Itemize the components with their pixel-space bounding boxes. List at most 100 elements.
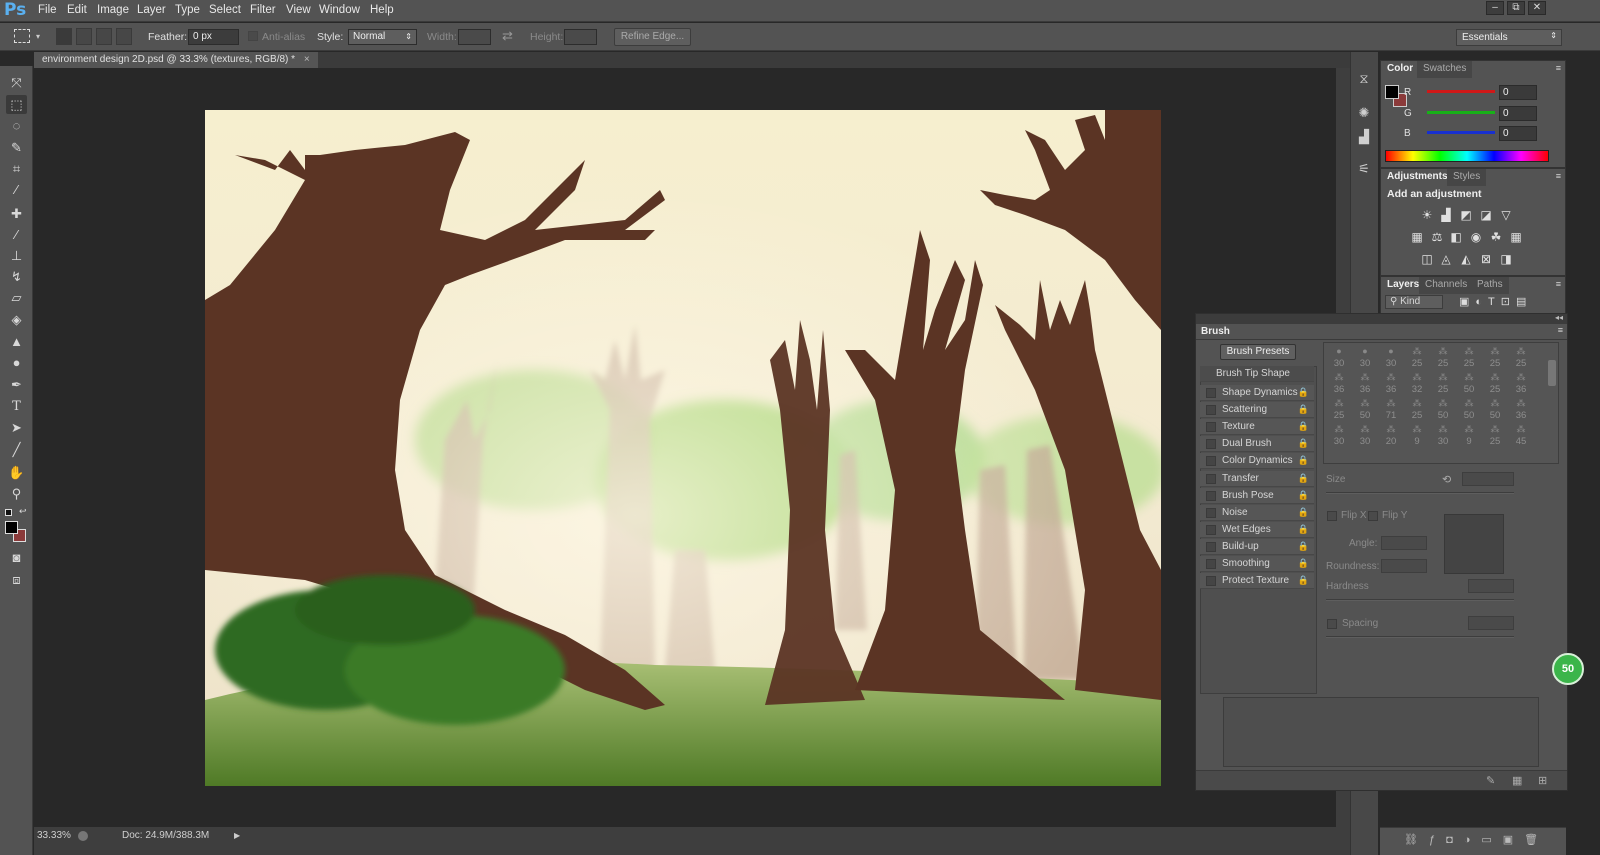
channel-mixer-icon[interactable]: ☘: [1489, 231, 1503, 243]
collapse-icon[interactable]: ◂◂: [1555, 313, 1563, 322]
color-spectrum-ramp[interactable]: [1385, 150, 1549, 162]
brush-tip-thumbnail[interactable]: ⁂: [1508, 345, 1534, 358]
menu-edit[interactable]: Edit: [67, 4, 87, 16]
height-input[interactable]: [564, 29, 597, 45]
paint-bucket-tool-icon[interactable]: ◈: [6, 310, 27, 329]
gradient-map-icon[interactable]: ◨: [1499, 253, 1513, 265]
brush-tip-thumbnail[interactable]: ⁂: [1404, 345, 1430, 358]
brush-option-item[interactable]: Scattering 🔒: [1200, 402, 1314, 419]
histogram-panel-icon[interactable]: ▟: [1355, 128, 1373, 146]
hand-tool-icon[interactable]: ✋: [6, 463, 27, 482]
quick-mask-icon[interactable]: ◙: [6, 548, 27, 567]
brush-tip-thumbnail[interactable]: ⁂: [1378, 371, 1404, 384]
brush-tip-thumbnail[interactable]: ⁂: [1404, 423, 1430, 436]
option-checkbox[interactable]: [1206, 456, 1216, 467]
brush-tip-thumbnail[interactable]: ⁂: [1508, 371, 1534, 384]
tab-adjustments[interactable]: Adjustments: [1381, 169, 1454, 186]
hue-saturation-icon[interactable]: ▦: [1410, 231, 1424, 243]
add-selection-icon[interactable]: [76, 28, 92, 45]
swap-colors-icon[interactable]: ↩: [19, 506, 27, 517]
flip-x-checkbox[interactable]: [1327, 511, 1337, 521]
roundness-input[interactable]: [1381, 559, 1427, 573]
brush-tip-thumbnail[interactable]: ⁂: [1430, 423, 1456, 436]
lock-icon[interactable]: 🔒: [1298, 524, 1309, 535]
brush-option-item[interactable]: Build-up 🔒: [1200, 538, 1314, 555]
option-checkbox[interactable]: [1206, 576, 1216, 587]
brush-tip-thumbnail[interactable]: ⁂: [1378, 423, 1404, 436]
tab-styles[interactable]: Styles: [1447, 169, 1487, 186]
brush-presets-button[interactable]: Brush Presets: [1220, 344, 1296, 360]
new-brush-icon[interactable]: ⊞: [1538, 774, 1547, 787]
type-tool-icon[interactable]: T: [6, 397, 27, 416]
panel-menu-icon[interactable]: ≡: [1558, 325, 1563, 335]
color-balance-icon[interactable]: ⚖: [1430, 231, 1444, 243]
brush-tip-thumbnail[interactable]: ⁂: [1326, 397, 1352, 410]
brush-tip-thumbnail[interactable]: ⁂: [1378, 397, 1404, 410]
r-slider[interactable]: [1427, 90, 1495, 93]
brush-tip-thumbnail[interactable]: ⁂: [1456, 423, 1482, 436]
lasso-tool-icon[interactable]: ◌: [6, 116, 27, 135]
vibrance-icon[interactable]: ▽: [1499, 209, 1513, 221]
style-select[interactable]: Normal ⇕: [348, 29, 417, 45]
lock-icon[interactable]: 🔒: [1298, 387, 1309, 398]
brush-option-item[interactable]: Dual Brush 🔒: [1200, 436, 1314, 453]
brush-tip-thumbnail[interactable]: ●: [1326, 345, 1352, 358]
status-info-icon[interactable]: [78, 831, 88, 841]
brush-option-item[interactable]: Color Dynamics 🔒: [1200, 453, 1314, 470]
menu-layer[interactable]: Layer: [137, 4, 166, 16]
selective-color-icon[interactable]: ⊠: [1479, 253, 1493, 265]
menu-file[interactable]: File: [38, 4, 57, 16]
panel-menu-icon[interactable]: ≡: [1556, 63, 1561, 73]
panel-menu-icon[interactable]: ≡: [1556, 279, 1561, 289]
tab-color[interactable]: Color: [1381, 61, 1420, 78]
foreground-color-swatch[interactable]: [1385, 85, 1399, 99]
option-checkbox[interactable]: [1206, 559, 1216, 569]
move-tool-icon[interactable]: ⤧: [6, 73, 27, 92]
layer-filter-select[interactable]: ⚲ Kind: [1385, 295, 1443, 309]
properties-panel-icon[interactable]: ✺: [1355, 104, 1373, 122]
tab-paths[interactable]: Paths: [1471, 277, 1509, 294]
brush-option-item[interactable]: Protect Texture 🔒: [1200, 573, 1314, 590]
brush-tip-thumbnail[interactable]: ⁂: [1404, 397, 1430, 410]
quick-select-tool-icon[interactable]: ✎: [6, 138, 27, 157]
threshold-icon[interactable]: ◭: [1459, 253, 1473, 265]
tab-channels[interactable]: Channels: [1419, 277, 1474, 294]
zoom-tool-icon[interactable]: ⚲: [6, 484, 27, 503]
antialias-checkbox[interactable]: [248, 31, 258, 41]
r-value[interactable]: 0: [1499, 85, 1537, 100]
size-input[interactable]: [1462, 472, 1514, 486]
color-lookup-icon[interactable]: ▦: [1509, 231, 1523, 243]
path-select-tool-icon[interactable]: ➤: [6, 418, 27, 437]
crop-tool-icon[interactable]: ⌗: [6, 159, 27, 178]
brush-tip-thumbnail[interactable]: ●: [1378, 345, 1404, 358]
b-slider[interactable]: [1427, 131, 1495, 134]
dodge-tool-icon[interactable]: ●: [6, 353, 27, 372]
brush-tip-thumbnail[interactable]: ⁂: [1482, 371, 1508, 384]
menu-window[interactable]: Window: [319, 4, 360, 16]
blur-tool-icon[interactable]: ▲: [6, 332, 27, 351]
brush-tip-thumbnail[interactable]: ⁂: [1430, 371, 1456, 384]
lock-icon[interactable]: 🔒: [1298, 490, 1309, 501]
lock-icon[interactable]: 🔒: [1298, 438, 1309, 449]
menu-filter[interactable]: Filter: [250, 4, 276, 16]
brush-tip-thumbnail[interactable]: ⁂: [1430, 345, 1456, 358]
default-colors-icon[interactable]: [5, 509, 12, 516]
option-checkbox[interactable]: [1206, 490, 1216, 501]
brush-tip-thumbnail[interactable]: ⁂: [1430, 397, 1456, 410]
option-checkbox[interactable]: [1206, 473, 1216, 484]
restore-button[interactable]: ⧉: [1507, 1, 1525, 15]
toggle-live-tip-icon[interactable]: ✎: [1486, 774, 1495, 787]
brush-tip-thumbnail[interactable]: ⁂: [1482, 345, 1508, 358]
clone-stamp-tool-icon[interactable]: ⊥: [6, 246, 27, 265]
foreground-color-swatch[interactable]: [5, 521, 18, 534]
brush-tip-thumbnail[interactable]: ⁂: [1352, 423, 1378, 436]
canvas-artwork[interactable]: [205, 110, 1161, 786]
brush-tip-thumbnail[interactable]: ⁂: [1456, 371, 1482, 384]
exposure-icon[interactable]: ◪: [1479, 209, 1493, 221]
brush-option-item[interactable]: Shape Dynamics 🔒: [1200, 385, 1314, 401]
brush-option-item[interactable]: Smoothing 🔒: [1200, 556, 1314, 572]
chevron-down-icon[interactable]: ▾: [36, 32, 40, 41]
chevron-right-icon[interactable]: ▶: [234, 831, 240, 840]
lock-icon[interactable]: 🔒: [1298, 455, 1309, 466]
brush-tip-thumbnail[interactable]: ⁂: [1352, 397, 1378, 410]
